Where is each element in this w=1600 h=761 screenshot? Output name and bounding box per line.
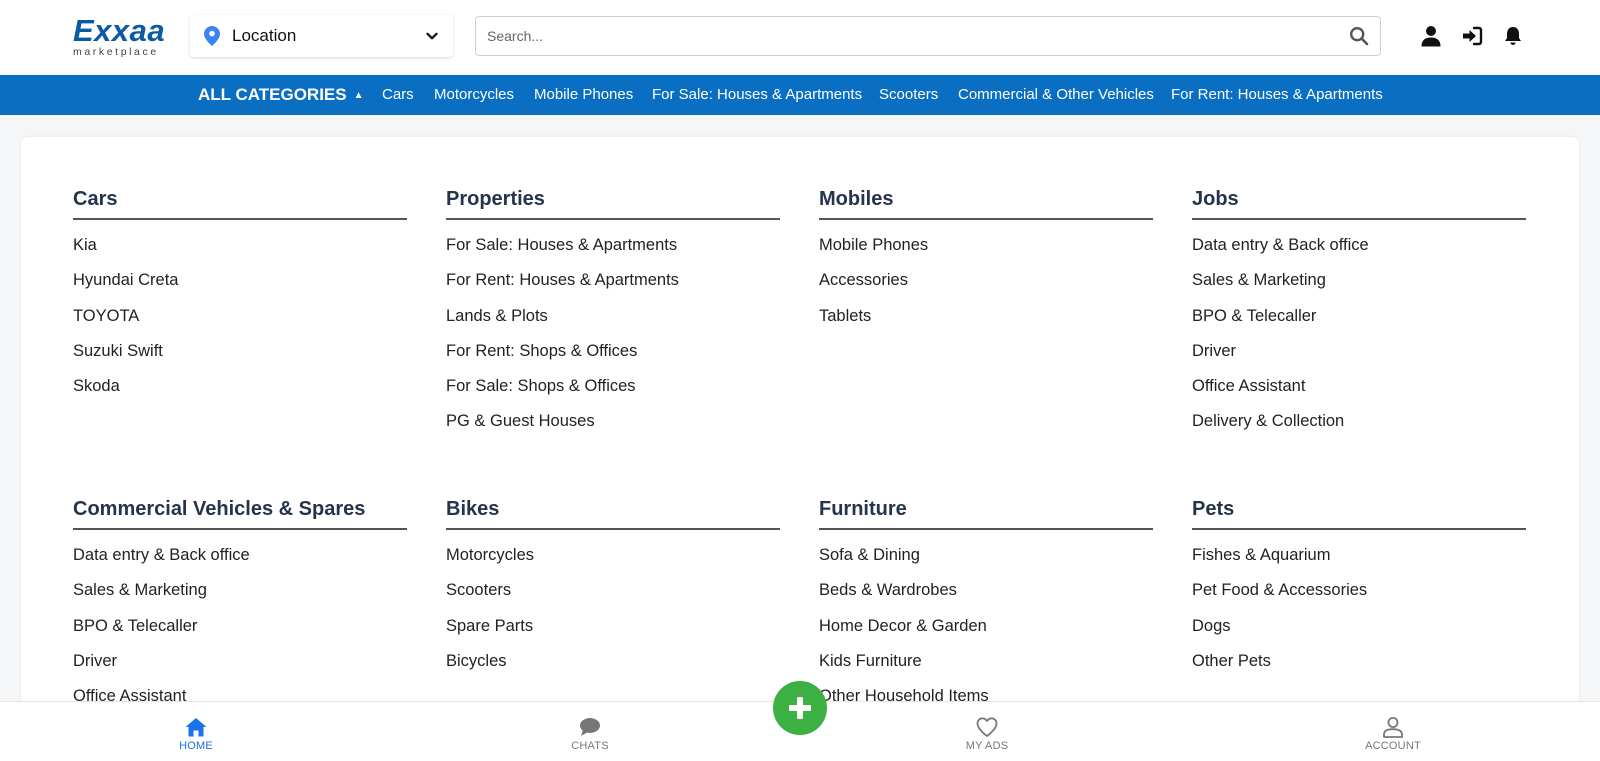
category-column-properties: Properties For Sale: Houses & Apartments… (446, 180, 780, 440)
column-title[interactable]: Jobs (1192, 180, 1526, 220)
category-column-commercial-vehicles: Commercial Vehicles & Spares Data entry … (73, 490, 407, 714)
nav-my-ads[interactable]: MY ADS (955, 702, 1019, 761)
brand-name: Exxaa (73, 13, 166, 48)
column-title[interactable]: Commercial Vehicles & Spares (73, 490, 407, 530)
nav-home-label: HOME (179, 740, 213, 752)
category-link[interactable]: For Rent: Houses & Apartments (1171, 75, 1383, 115)
search-input[interactable] (476, 17, 1349, 55)
chevron-down-icon (426, 32, 438, 40)
category-bar: ALL CATEGORIES ▲ Cars Motorcycles Mobile… (0, 75, 1600, 115)
list-item[interactable]: BPO & Telecaller (73, 609, 407, 644)
search-icon[interactable] (1349, 26, 1369, 46)
column-title[interactable]: Bikes (446, 490, 780, 530)
category-column-mobiles: Mobiles Mobile Phones Accessories Tablet… (819, 180, 1153, 334)
column-title[interactable]: Properties (446, 180, 780, 220)
heart-icon (976, 717, 998, 737)
nav-chats[interactable]: CHATS (560, 702, 620, 761)
location-selector[interactable]: Location (190, 15, 453, 57)
nav-chats-label: CHATS (571, 740, 609, 752)
nav-account[interactable]: ACCOUNT (1360, 702, 1426, 761)
list-item[interactable]: For Sale: Houses & Apartments (446, 228, 780, 263)
list-item[interactable]: Sales & Marketing (1192, 263, 1526, 298)
nav-account-label: ACCOUNT (1365, 740, 1421, 752)
category-link[interactable]: Mobile Phones (534, 75, 633, 115)
bell-icon[interactable] (1502, 25, 1524, 47)
list-item[interactable]: Bicycles (446, 644, 780, 679)
category-link[interactable]: Commercial & Other Vehicles (958, 75, 1154, 115)
column-title[interactable]: Pets (1192, 490, 1526, 530)
list-item[interactable]: Home Decor & Garden (819, 609, 1153, 644)
list-item[interactable]: Hyundai Creta (73, 263, 407, 298)
list-item[interactable]: PG & Guest Houses (446, 404, 780, 439)
list-item[interactable]: Mobile Phones (819, 228, 1153, 263)
list-item[interactable]: For Rent: Houses & Apartments (446, 263, 780, 298)
list-item[interactable]: Fishes & Aquarium (1192, 538, 1526, 573)
list-item[interactable]: Data entry & Back office (1192, 228, 1526, 263)
list-item[interactable]: Suzuki Swift (73, 334, 407, 369)
category-column-furniture: Furniture Sofa & Dining Beds & Wardrobes… (819, 490, 1153, 714)
category-link[interactable]: Cars (382, 75, 414, 115)
category-column-cars: Cars Kia Hyundai Creta TOYOTA Suzuki Swi… (73, 180, 407, 404)
list-item[interactable]: Kids Furniture (819, 644, 1153, 679)
plus-icon (789, 697, 811, 719)
top-header: Exxaa marketplace Location (0, 0, 1600, 75)
list-item[interactable]: Data entry & Back office (73, 538, 407, 573)
list-item[interactable]: For Sale: Shops & Offices (446, 369, 780, 404)
list-item[interactable]: Spare Parts (446, 609, 780, 644)
all-categories-label: ALL CATEGORIES (198, 85, 347, 104)
list-item[interactable]: For Rent: Shops & Offices (446, 334, 780, 369)
category-link[interactable]: Scooters (879, 75, 938, 115)
column-title[interactable]: Mobiles (819, 180, 1153, 220)
category-column-bikes: Bikes Motorcycles Scooters Spare Parts B… (446, 490, 780, 679)
category-link[interactable]: Motorcycles (434, 75, 514, 115)
list-item[interactable]: Pet Food & Accessories (1192, 573, 1526, 608)
brand-logo[interactable]: Exxaa marketplace (73, 13, 177, 58)
triangle-up-icon: ▲ (353, 89, 364, 101)
account-icon (1383, 717, 1403, 738)
list-item[interactable]: TOYOTA (73, 299, 407, 334)
list-item[interactable]: Tablets (819, 299, 1153, 334)
column-title[interactable]: Furniture (819, 490, 1153, 530)
nav-my-ads-label: MY ADS (965, 740, 1009, 752)
list-item[interactable]: Beds & Wardrobes (819, 573, 1153, 608)
location-label: Location (232, 26, 297, 45)
list-item[interactable]: Driver (73, 644, 407, 679)
category-column-jobs: Jobs Data entry & Back office Sales & Ma… (1192, 180, 1526, 440)
map-pin-icon (204, 26, 220, 46)
list-item[interactable]: Motorcycles (446, 538, 780, 573)
home-icon (185, 718, 207, 737)
nav-home[interactable]: HOME (170, 702, 222, 761)
login-icon[interactable] (1461, 25, 1483, 47)
user-icon[interactable] (1420, 25, 1442, 47)
list-item[interactable]: Other Pets (1192, 644, 1526, 679)
chat-icon (580, 718, 600, 736)
list-item[interactable]: Lands & Plots (446, 299, 780, 334)
post-ad-button[interactable] (773, 681, 827, 735)
list-item[interactable]: BPO & Telecaller (1192, 299, 1526, 334)
categories-panel: Cars Kia Hyundai Creta TOYOTA Suzuki Swi… (21, 137, 1579, 761)
list-item[interactable]: Skoda (73, 369, 407, 404)
category-column-pets: Pets Fishes & Aquarium Pet Food & Access… (1192, 490, 1526, 679)
list-item[interactable]: Driver (1192, 334, 1526, 369)
column-title[interactable]: Cars (73, 180, 407, 220)
category-link[interactable]: For Sale: Houses & Apartments (652, 75, 862, 115)
list-item[interactable]: Accessories (819, 263, 1153, 298)
list-item[interactable]: Sales & Marketing (73, 573, 407, 608)
all-categories-toggle[interactable]: ALL CATEGORIES ▲ (198, 75, 364, 115)
list-item[interactable]: Delivery & Collection (1192, 404, 1526, 439)
search-bar (475, 16, 1381, 56)
list-item[interactable]: Office Assistant (1192, 369, 1526, 404)
list-item[interactable]: Kia (73, 228, 407, 263)
list-item[interactable]: Scooters (446, 573, 780, 608)
list-item[interactable]: Sofa & Dining (819, 538, 1153, 573)
list-item[interactable]: Dogs (1192, 609, 1526, 644)
